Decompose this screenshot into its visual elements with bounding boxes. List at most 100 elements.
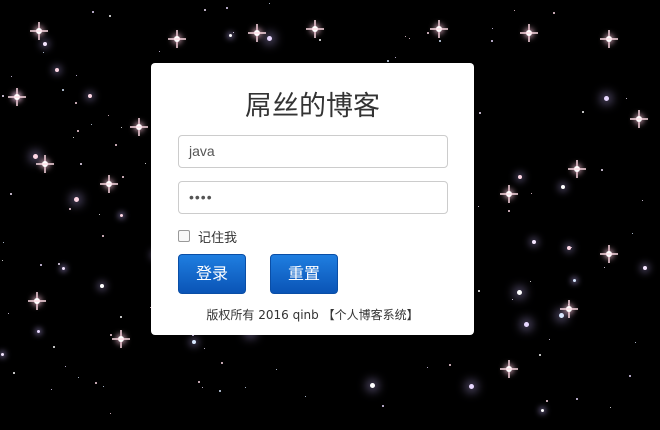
- sparkle-core: [436, 26, 442, 32]
- star-dot: [626, 98, 627, 99]
- sparkle-core: [42, 161, 48, 167]
- sparkle-star: [30, 22, 48, 40]
- star-dot: [145, 163, 146, 164]
- sparkle-core: [312, 26, 318, 32]
- star-dot: [74, 197, 79, 202]
- star-dot: [11, 76, 12, 77]
- star-dot: [524, 322, 529, 327]
- star-dot: [573, 279, 576, 282]
- star-dot: [553, 12, 555, 14]
- sparkle-core: [566, 306, 572, 312]
- star-dot: [642, 200, 643, 201]
- star-dot: [43, 52, 44, 53]
- star-dot: [75, 102, 77, 104]
- sparkle-core: [506, 366, 512, 372]
- star-dot: [319, 39, 321, 41]
- sparkle-core: [36, 28, 42, 34]
- sparkle-star: [248, 24, 266, 42]
- star-dot: [539, 354, 541, 356]
- star-dot: [469, 384, 474, 389]
- star-dot: [115, 144, 117, 146]
- sparkle-core: [174, 36, 180, 42]
- sparkle-star: [168, 30, 186, 48]
- sparkle-core: [118, 336, 124, 342]
- star-dot: [95, 382, 97, 384]
- star-dot: [517, 290, 522, 295]
- star-dot: [1, 353, 4, 356]
- star-dot: [305, 396, 306, 397]
- star-dot: [53, 346, 55, 348]
- sparkle-core: [136, 124, 142, 130]
- sparkle-star: [500, 185, 518, 203]
- star-dot: [561, 185, 565, 189]
- star-dot: [37, 330, 40, 333]
- star-dot: [269, 3, 270, 4]
- sparkle-star: [130, 118, 148, 136]
- star-dot: [100, 284, 104, 288]
- star-dot: [198, 381, 200, 383]
- star-dot: [610, 407, 611, 408]
- star-dot: [629, 375, 631, 377]
- star-dot: [62, 89, 64, 91]
- star-dot: [202, 387, 203, 388]
- star-dot: [120, 214, 123, 217]
- star-dot: [382, 405, 384, 407]
- sparkle-star: [630, 110, 648, 128]
- star-dot: [109, 15, 111, 17]
- sparkle-core: [606, 36, 612, 42]
- star-dot: [8, 313, 9, 314]
- star-dot: [635, 342, 636, 343]
- sparkle-core: [254, 30, 260, 36]
- star-dot: [108, 115, 109, 116]
- star-dot: [405, 36, 406, 37]
- star-dot: [92, 11, 94, 13]
- star-dot: [204, 9, 206, 11]
- sparkle-core: [574, 166, 580, 172]
- sparkle-star: [600, 30, 618, 48]
- star-dot: [65, 366, 66, 367]
- star-dot: [103, 386, 104, 387]
- page-title: 屌丝的博客: [245, 91, 380, 122]
- star-dot: [576, 398, 578, 400]
- sparkle-core: [506, 191, 512, 197]
- star-dot: [449, 364, 451, 366]
- star-dot: [102, 235, 104, 237]
- star-dot: [76, 75, 77, 76]
- star-dot: [427, 367, 428, 368]
- star-dot: [632, 233, 633, 234]
- star-dot: [541, 409, 544, 412]
- star-dot: [276, 369, 277, 370]
- sparkle-star: [500, 360, 518, 378]
- star-dot: [546, 400, 548, 402]
- checkbox-icon[interactable]: [178, 230, 190, 242]
- sparkle-star: [28, 292, 46, 310]
- sparkle-star: [8, 88, 26, 106]
- star-dot: [229, 34, 232, 37]
- star-dot: [518, 175, 522, 179]
- star-dot: [73, 137, 74, 138]
- remember-me[interactable]: 记住我: [178, 227, 238, 246]
- login-button[interactable]: 登录: [178, 254, 246, 294]
- sparkle-star: [112, 330, 130, 348]
- remember-me-label: 记住我: [198, 230, 238, 246]
- star-dot: [567, 246, 571, 250]
- reset-button[interactable]: 重置: [270, 254, 338, 294]
- sparkle-star: [600, 245, 618, 263]
- star-dot: [91, 124, 92, 125]
- star-dot: [478, 290, 480, 292]
- star-dot: [13, 372, 15, 374]
- star-dot: [245, 387, 246, 388]
- sparkle-core: [14, 94, 20, 100]
- password-input[interactable]: ••••: [178, 181, 448, 214]
- star-dot: [10, 193, 12, 195]
- star-dot: [512, 299, 513, 300]
- sparkle-star: [306, 20, 324, 38]
- star-dot: [571, 247, 572, 248]
- star-dot: [226, 7, 228, 9]
- star-dot: [601, 169, 603, 171]
- star-dot: [62, 267, 65, 270]
- star-dot: [159, 51, 160, 52]
- username-input[interactable]: java: [178, 135, 448, 168]
- star-dot: [122, 176, 124, 178]
- sparkle-core: [34, 298, 40, 304]
